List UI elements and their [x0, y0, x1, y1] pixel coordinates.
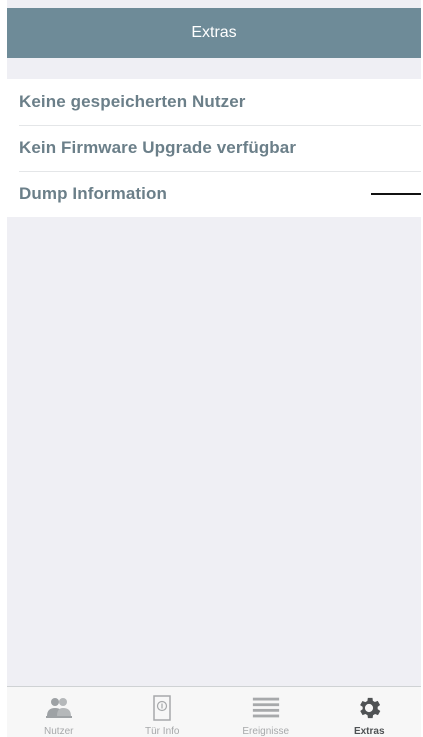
tab-tuer-info[interactable]: Tür Info	[111, 687, 215, 737]
row-label: Kein Firmware Upgrade verfügbar	[19, 138, 297, 157]
tab-extras[interactable]: Extras	[318, 687, 422, 737]
tab-bar: Nutzer Tür Info Ereignisse Extras	[7, 686, 421, 737]
extras-list: Keine gespeicherten Nutzer Kein Firmware…	[7, 79, 421, 217]
gear-icon	[354, 693, 384, 723]
page-title: Extras	[191, 24, 237, 41]
list-icon	[251, 693, 281, 723]
navigation-bar: Extras	[7, 8, 421, 58]
tab-ereignisse[interactable]: Ereignisse	[214, 687, 318, 737]
row-label: Keine gespeicherten Nutzer	[19, 92, 246, 111]
door-info-icon	[147, 693, 177, 723]
saved-users-row[interactable]: Keine gespeicherten Nutzer	[7, 79, 421, 125]
extras-screen: Extras Keine gespeicherten Nutzer Kein F…	[0, 0, 423, 737]
users-icon	[44, 693, 74, 723]
row-label: Dump Information	[19, 184, 167, 203]
tab-label: Ereignisse	[242, 726, 290, 737]
firmware-upgrade-row[interactable]: Kein Firmware Upgrade verfügbar	[7, 125, 421, 171]
tab-label: Tür Info	[145, 726, 180, 737]
dump-information-row[interactable]: Dump Information	[7, 171, 421, 217]
tab-label: Extras	[353, 726, 385, 737]
line-marker	[371, 193, 421, 195]
tab-nutzer[interactable]: Nutzer	[7, 687, 111, 737]
tab-label: Nutzer	[44, 726, 74, 737]
